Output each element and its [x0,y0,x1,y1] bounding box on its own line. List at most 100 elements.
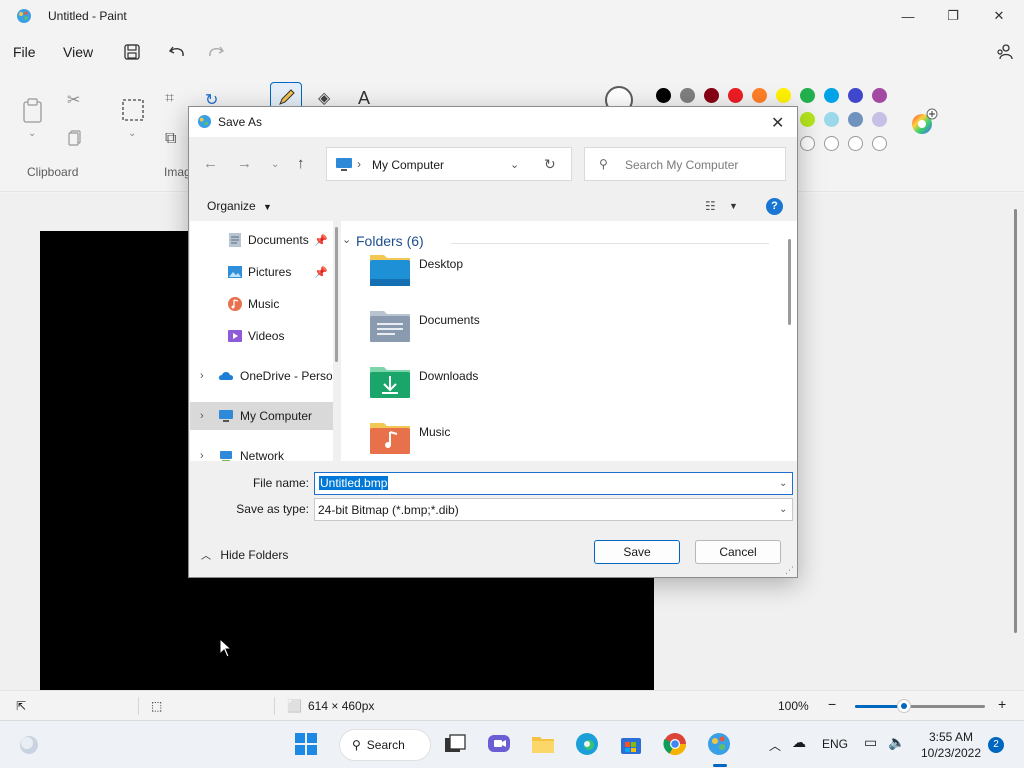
color-swatch[interactable] [824,88,839,103]
folder-item-music[interactable]: Music [369,419,669,461]
file-name-input[interactable]: Untitled.bmp ⌄ [314,472,793,495]
zoom-level[interactable]: 100% [778,699,809,713]
custom-color-slot[interactable] [824,136,839,151]
notification-badge[interactable]: 2 [988,737,1004,753]
zoom-in-button[interactable]: + [998,696,1006,712]
network-icon[interactable]: ▭ [864,734,877,751]
redo-icon[interactable] [206,42,226,62]
refresh-icon[interactable]: ↻ [544,156,556,173]
save-button[interactable]: Save [594,540,680,564]
store-icon[interactable] [618,731,644,757]
up-button[interactable]: ↑ [297,155,305,172]
edge-icon[interactable] [574,731,600,757]
file-name-dropdown-icon[interactable]: ⌄ [779,478,787,489]
navigation-pane-scrollbar[interactable] [335,227,338,362]
language-indicator[interactable]: ENG [822,737,848,751]
color-swatch[interactable] [824,112,839,127]
menu-view[interactable]: View [63,44,93,60]
custom-color-slot[interactable] [848,136,863,151]
color-swatch[interactable] [872,88,887,103]
vertical-scrollbar[interactable] [1014,209,1017,633]
color-swatch[interactable] [680,88,695,103]
maximize-button[interactable]: ❐ [930,4,976,28]
back-button[interactable]: ← [203,155,218,172]
expand-chevron-icon[interactable]: › [200,450,204,461]
nav-item-documents[interactable]: Documents 📌 [190,226,333,254]
select-dropdown-icon[interactable]: ⌄ [128,128,136,139]
cancel-button[interactable]: Cancel [695,540,781,564]
color-swatch[interactable] [848,88,863,103]
view-dropdown-icon[interactable]: ▼ [729,201,738,211]
zoom-slider-thumb[interactable] [897,699,912,713]
color-swatch[interactable] [728,88,743,103]
close-button[interactable]: ✕ [976,4,1022,28]
account-icon[interactable] [994,42,1014,62]
organize-menu[interactable]: Organize ▼ [207,199,272,213]
copy-icon[interactable] [68,130,82,146]
color-swatch[interactable] [752,88,767,103]
clock[interactable]: 3:55 AM 10/23/2022 [920,729,982,761]
folders-group-header[interactable]: Folders (6) [356,233,424,249]
select-icon[interactable] [121,98,145,122]
minimize-button[interactable]: — [885,4,931,28]
paste-dropdown-icon[interactable]: ⌄ [28,128,36,139]
task-view-icon[interactable] [442,731,468,757]
paint-taskbar-icon[interactable] [706,731,732,757]
custom-color-slot[interactable] [872,136,887,151]
volume-icon[interactable]: 🔈 [888,734,905,751]
help-button[interactable]: ? [766,198,783,215]
forward-button[interactable]: → [237,155,252,172]
color-swatch[interactable] [656,88,671,103]
color-swatch[interactable] [872,112,887,127]
address-bar[interactable]: › My Computer ⌄ ↻ [326,147,572,181]
weather-icon[interactable] [16,731,42,757]
cloud-icon[interactable]: ☁ [792,734,806,751]
zoom-out-button[interactable]: − [828,696,836,712]
group-collapse-icon[interactable]: ⌄ [342,233,351,246]
color-swatch[interactable] [776,88,791,103]
menu-file[interactable]: File [13,44,36,60]
color-swatch[interactable] [800,88,815,103]
nav-item-network[interactable]: › Network [190,442,333,461]
start-icon[interactable] [293,731,319,757]
nav-item-pictures[interactable]: Pictures 📌 [190,258,333,286]
color-swatch[interactable] [704,88,719,103]
chrome-icon[interactable] [662,731,688,757]
view-options-icon[interactable]: ☷ [705,199,716,213]
recent-locations-button[interactable]: ⌄ [271,159,279,170]
zoom-slider[interactable] [855,699,985,713]
edit-colors-icon[interactable] [910,108,938,136]
custom-color-slot[interactable] [800,136,815,151]
file-explorer-icon[interactable] [530,731,556,757]
chat-icon[interactable] [486,731,512,757]
save-icon[interactable] [122,42,142,62]
content-pane-scrollbar[interactable] [788,239,791,325]
expand-chevron-icon[interactable]: › [200,370,204,382]
taskbar-search[interactable]: ⚲ Search [339,729,431,761]
expand-chevron-icon[interactable]: › [200,410,204,422]
resize-icon[interactable]: ⧉ [165,130,176,148]
nav-item-my-computer[interactable]: › My Computer [190,402,333,430]
crop-icon[interactable]: ⌗ [165,90,174,108]
nav-item-music[interactable]: Music [190,290,333,318]
resize-grip-icon[interactable]: ⋰ [785,565,794,576]
hide-folders-button[interactable]: ︿ Hide Folders [201,547,288,562]
chevron-up-icon[interactable]: ︿ [769,737,781,754]
color-swatch[interactable] [800,112,815,127]
address-dropdown-icon[interactable]: ⌄ [510,158,519,171]
undo-icon[interactable] [167,42,187,62]
search-box[interactable]: ⚲ Search My Computer [584,147,786,181]
fill-icon[interactable]: ◈ [318,88,330,108]
nav-item-onedrive[interactable]: › OneDrive - Perso [190,362,333,390]
save-as-type-dropdown-icon[interactable]: ⌄ [779,504,787,515]
save-as-type-select[interactable]: 24-bit Bitmap (*.bmp;*.dib) ⌄ [314,498,793,521]
cut-icon[interactable]: ✂ [67,90,80,110]
dialog-close-button[interactable]: ✕ [771,113,784,133]
nav-item-videos[interactable]: Videos [190,322,333,350]
color-swatch[interactable] [848,112,863,127]
folder-item-documents[interactable]: Documents [369,307,669,351]
paste-icon[interactable] [22,98,44,124]
folder-item-downloads[interactable]: Downloads [369,363,669,407]
folder-item-desktop[interactable]: Desktop [369,251,669,295]
address-location[interactable]: My Computer [372,158,444,172]
